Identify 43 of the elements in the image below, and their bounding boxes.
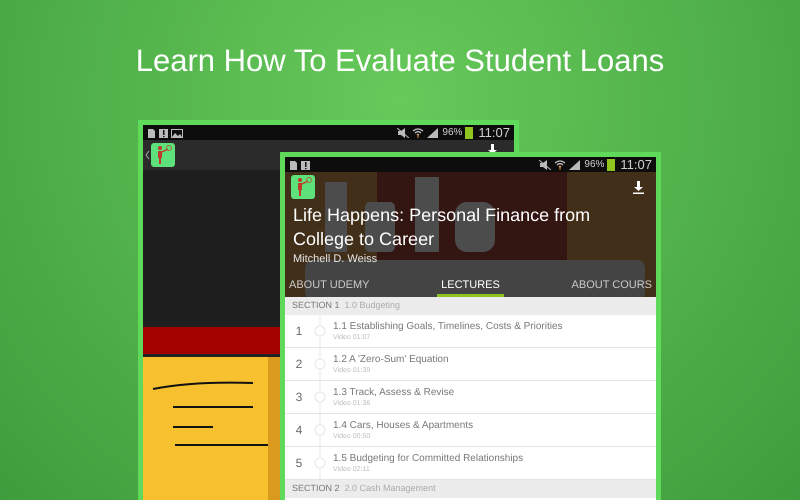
- battery-percentage: 96%: [442, 128, 462, 138]
- lecture-title: 1.4 Cars, Houses & Apartments: [333, 419, 474, 432]
- timeline-node-icon: [313, 348, 327, 380]
- wifi-icon: [412, 128, 424, 138]
- tab[interactable]: ABOUT UDEMY: [285, 277, 374, 297]
- sim-card-icon: [147, 128, 156, 138]
- mute-icon: [539, 160, 552, 170]
- lecture-number: 2: [294, 356, 304, 373]
- lecture-title: 1.5 Budgeting for Committed Relationships: [333, 452, 524, 465]
- sim-card-icon: [289, 160, 298, 170]
- download-icon: [633, 181, 644, 194]
- section-label: SECTION 1: [292, 299, 340, 312]
- alert-icon: [159, 128, 168, 138]
- app-logo-icon: [291, 175, 315, 199]
- mute-icon: [397, 128, 410, 138]
- wifi-icon: [554, 160, 566, 170]
- clock-time: 11:07: [620, 158, 652, 171]
- lecture-number: 5: [294, 455, 304, 472]
- lecture-number: 1: [294, 323, 304, 340]
- image-icon: [171, 128, 183, 138]
- battery-icon: [607, 158, 616, 170]
- lecture-number: 3: [294, 389, 304, 406]
- signal-icon: [427, 128, 440, 138]
- app-logo-icon: [151, 143, 175, 167]
- lecture-title: 1.2 A 'Zero-Sum' Equation: [333, 353, 449, 366]
- battery-percentage: 96%: [584, 160, 604, 170]
- timeline-node-icon: [313, 381, 327, 413]
- headline: Learn How To Evaluate Student Loans: [134, 42, 666, 80]
- timeline-node-icon: [313, 414, 327, 446]
- section-title: 2.0 Cash Management: [344, 482, 436, 496]
- lecture-title: 1.3 Track, Assess & Revise: [333, 386, 454, 399]
- back-chevron-icon: [145, 150, 150, 160]
- clock-time: 11:07: [478, 126, 510, 139]
- lecture-number: 4: [294, 422, 304, 439]
- section-label: SECTION 2: [292, 482, 340, 496]
- lecture-title: 1.1 Establishing Goals, Timelines, Costs & Priorities: [333, 320, 563, 333]
- section-title: 1.0 Budgeting: [344, 299, 400, 312]
- course-title: Life Happens: Personal Finance from College to Career: [292, 204, 592, 251]
- alert-icon: [301, 160, 310, 170]
- tab[interactable]: ABOUT COURS: [568, 277, 656, 297]
- signal-icon: [569, 160, 582, 170]
- course-author: Mitchell D. Weiss: [292, 252, 378, 266]
- battery-icon: [465, 126, 474, 138]
